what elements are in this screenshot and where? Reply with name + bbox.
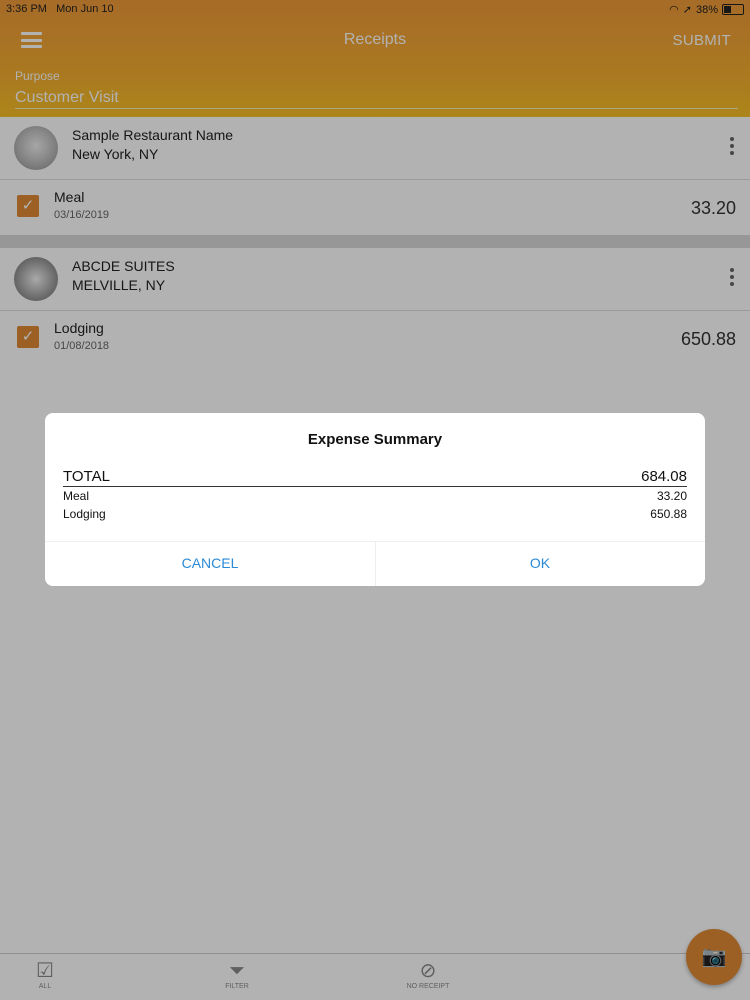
- summary-line-label: Lodging: [63, 507, 106, 521]
- summary-line-label: Meal: [63, 489, 90, 503]
- cancel-button[interactable]: CANCEL: [45, 541, 375, 586]
- total-row: TOTAL 684.08: [63, 468, 687, 487]
- summary-line-value: 650.88: [650, 507, 687, 521]
- total-value: 684.08: [641, 468, 687, 485]
- summary-line-value: 33.20: [656, 489, 687, 503]
- summary-line: Meal 33.20: [63, 489, 687, 505]
- expense-summary-dialog: Expense Summary TOTAL 684.08 Meal 33.20 …: [45, 413, 705, 586]
- summary-line: Lodging 650.88: [63, 507, 687, 523]
- total-label: TOTAL: [63, 468, 110, 485]
- dialog-title: Expense Summary: [307, 431, 443, 448]
- ok-button[interactable]: OK: [375, 541, 705, 586]
